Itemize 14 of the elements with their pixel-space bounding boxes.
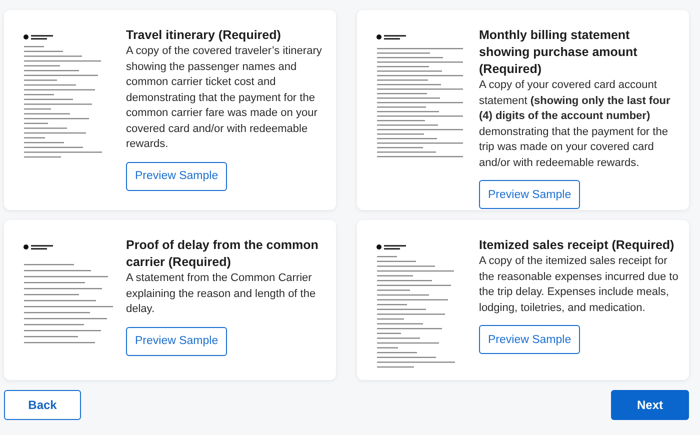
document-description: A statement from the Common Carrier explaining the reason and length of the delay. [126,271,317,317]
document-title: Travel itinerary (Required) [126,27,281,44]
document-title: Proof of delay from the common carrier (Required) [126,237,320,271]
preview-sample-button[interactable]: Preview Sample [126,326,228,356]
preview-sample-button[interactable]: Preview Sample [479,325,580,354]
document-description: A copy of the itemized sales receipt for the reasonable expenses incurred due to the trip delay. Expenses include meals, lodging, toiletries, and medication. [479,254,679,316]
preview-sample-button[interactable]: Preview Sample [126,162,228,190]
document-title: Monthly billing statement showing purchase amount (Required) [479,27,638,78]
document-title: Itemized sales receipt (Required) [479,237,674,254]
document-description: A copy of the covered traveler’s itinerary showing the passenger names and common carrier ticket cost and demonstrating that the payment for the common carrier fare was made on your covered card and/or with redeemable rewards. [126,44,323,152]
document-description: A copy of your covered card account statement (showing only the last four (4) digits of the account number) demonstrating that the payment for the trip was made on your covered card and/or with redeemable rewards. [479,78,672,170]
next-button[interactable]: Next [611,390,689,420]
preview-sample-button[interactable]: Preview Sample [479,180,580,209]
back-button[interactable]: Back [4,390,81,420]
